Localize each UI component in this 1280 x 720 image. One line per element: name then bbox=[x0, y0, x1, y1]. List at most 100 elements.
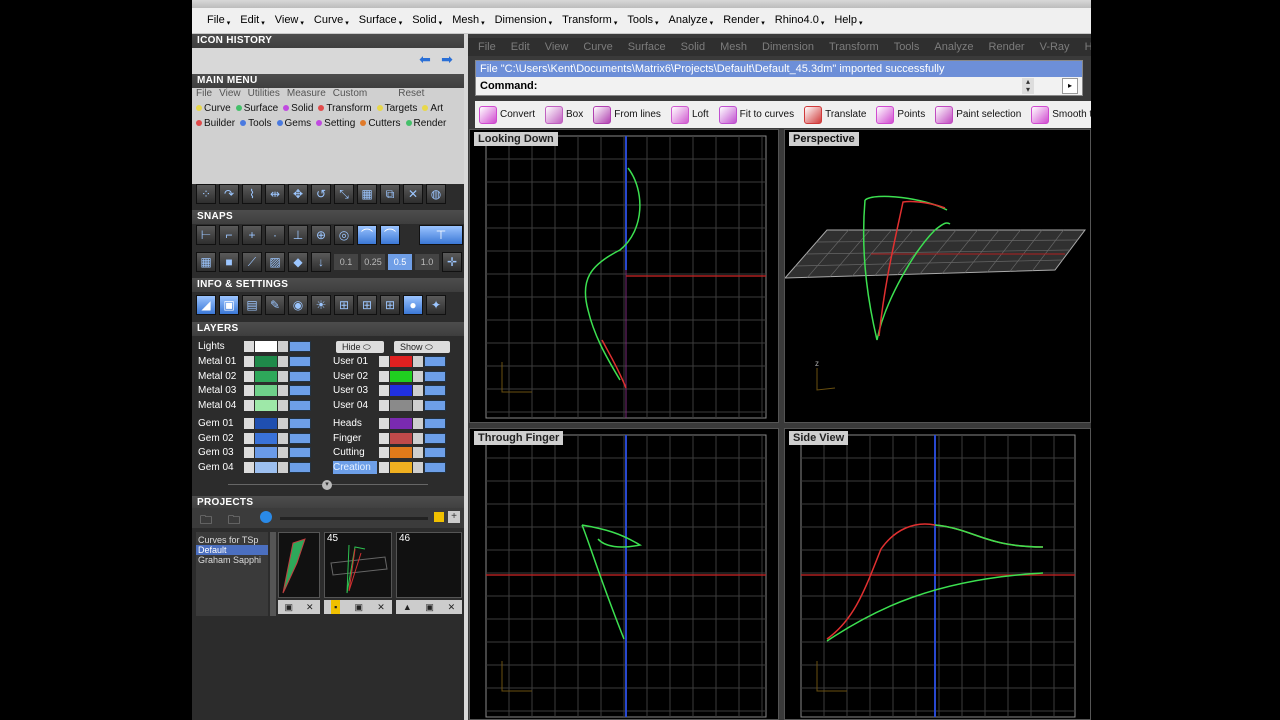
layer-row[interactable]: User 01 bbox=[333, 355, 461, 368]
layer-visibility-toggle[interactable] bbox=[289, 418, 311, 429]
layer-row[interactable]: Metal 02 bbox=[198, 370, 326, 383]
rhino-menu-vray[interactable]: V-Ray bbox=[1040, 41, 1070, 53]
viewport-looking-down[interactable]: Looking Down bbox=[469, 129, 779, 423]
command-prompt[interactable]: Command: bbox=[476, 78, 1082, 95]
crosshair-icon[interactable]: ✛ bbox=[442, 252, 462, 272]
layer-expand-icon[interactable] bbox=[379, 399, 389, 411]
view-box-icon[interactable]: ⊞ bbox=[334, 295, 354, 315]
snap-value-4[interactable]: 1.0 bbox=[415, 254, 439, 270]
project-item[interactable]: Curves for TSp bbox=[196, 532, 268, 545]
delete-icon[interactable]: ✕ bbox=[403, 184, 423, 204]
layer-expand-icon[interactable] bbox=[379, 370, 389, 382]
projects-slider[interactable] bbox=[280, 517, 428, 520]
menu-rhino40[interactable]: Rhino4.0 bbox=[770, 14, 830, 27]
layer-visibility-toggle[interactable] bbox=[424, 356, 446, 367]
main-menu-category[interactable]: Targets bbox=[376, 103, 417, 114]
layer-expand-icon[interactable] bbox=[379, 461, 389, 473]
box-info-icon[interactable]: ▣ bbox=[219, 295, 239, 315]
layer-expand-icon[interactable] bbox=[244, 418, 254, 429]
main-menu-item[interactable]: View bbox=[219, 88, 241, 99]
menu-solid[interactable]: Solid bbox=[407, 14, 447, 27]
layer-visibility-toggle[interactable] bbox=[424, 432, 446, 444]
layer-expand-icon[interactable] bbox=[379, 418, 389, 429]
menu-edit[interactable]: Edit bbox=[235, 14, 269, 27]
layer-color-swatch[interactable] bbox=[255, 385, 277, 396]
snap-int-icon[interactable]: ⌒ bbox=[380, 225, 400, 245]
notes-icon[interactable]: ✎ bbox=[265, 295, 285, 315]
layer-lock-icon[interactable] bbox=[278, 341, 288, 352]
layer-row[interactable]: Gem 02 bbox=[198, 432, 326, 445]
cursor-icon[interactable]: ↓ bbox=[311, 252, 331, 272]
layer-lock-icon[interactable] bbox=[278, 447, 288, 458]
layer-row[interactable]: Gem 03 bbox=[198, 446, 326, 459]
main-menu-category[interactable]: Render bbox=[405, 118, 446, 129]
layer-visibility-toggle[interactable] bbox=[289, 432, 311, 444]
close-icon[interactable]: ✕ bbox=[377, 600, 385, 614]
main-menu-category[interactable]: Gems bbox=[276, 118, 311, 129]
layer-color-swatch[interactable] bbox=[390, 461, 412, 473]
main-menu-category[interactable]: Art bbox=[422, 103, 443, 114]
smooth-to-button[interactable]: Smooth to bbox=[1031, 105, 1091, 124]
flow-icon[interactable]: ⧉ bbox=[380, 184, 400, 204]
mirror-icon[interactable]: ⇹ bbox=[265, 184, 285, 204]
layer-expand-icon[interactable] bbox=[379, 385, 389, 396]
layer-row[interactable]: Cutting bbox=[333, 446, 461, 459]
rhino-menu-solid[interactable]: Solid bbox=[681, 41, 705, 53]
points-button[interactable]: Points bbox=[876, 105, 925, 124]
add-folder-icon[interactable]: 🗀 bbox=[200, 511, 222, 527]
layer-color-swatch[interactable] bbox=[390, 370, 412, 382]
layer-expand-icon[interactable] bbox=[244, 432, 254, 444]
translate-button[interactable]: Translate bbox=[804, 105, 866, 124]
layer-color-swatch[interactable] bbox=[255, 356, 277, 367]
menu-help[interactable]: Help bbox=[829, 14, 867, 27]
layer-row[interactable]: Gem 04 bbox=[198, 461, 326, 474]
layer-color-swatch[interactable] bbox=[390, 418, 412, 429]
layer-row[interactable]: Gem 01 bbox=[198, 417, 326, 430]
projects-list-scrollbar[interactable] bbox=[270, 532, 276, 616]
project-item[interactable]: Graham Sapphi bbox=[196, 555, 268, 565]
menu-file[interactable]: File bbox=[202, 14, 235, 27]
main-menu-category[interactable]: Builder bbox=[196, 118, 235, 129]
main-menu-item[interactable]: Measure bbox=[287, 88, 326, 99]
layer-color-swatch[interactable] bbox=[255, 399, 277, 411]
snap-point-icon[interactable]: + bbox=[242, 225, 262, 245]
project-item-selected[interactable]: Default bbox=[196, 545, 268, 555]
project-thumbnail-2[interactable]: 45 bbox=[324, 532, 392, 598]
sphere-icon[interactable]: ● bbox=[403, 295, 423, 315]
layer-lock-icon[interactable] bbox=[278, 418, 288, 429]
menu-transform[interactable]: Transform bbox=[557, 14, 622, 27]
history-back-icon[interactable]: ⬅ bbox=[416, 52, 434, 66]
layer-expand-icon[interactable] bbox=[244, 447, 254, 458]
layer-lock-icon[interactable] bbox=[278, 432, 288, 444]
star-icon[interactable]: ▪ bbox=[331, 600, 341, 614]
expand-panel-icon[interactable]: ▾ bbox=[322, 480, 332, 490]
layer-lock-icon[interactable] bbox=[413, 399, 423, 411]
layer-visibility-toggle[interactable] bbox=[289, 399, 311, 411]
layer-row[interactable]: Metal 03 bbox=[198, 384, 326, 397]
rhino-menu-analyze[interactable]: Analyze bbox=[934, 41, 973, 53]
show-button[interactable]: Show ⬭ bbox=[394, 341, 450, 353]
main-menu-item[interactable]: Custom bbox=[333, 88, 367, 99]
main-menu-item[interactable]: File bbox=[196, 88, 212, 99]
main-menu-item[interactable]: Utilities bbox=[248, 88, 280, 99]
rhino-menu-file[interactable]: File bbox=[478, 41, 496, 53]
layer-visibility-toggle[interactable] bbox=[424, 370, 446, 382]
main-menu-category[interactable]: Tools bbox=[240, 118, 272, 129]
planar-icon[interactable]: ▨ bbox=[265, 252, 285, 272]
layer-row[interactable]: User 02 bbox=[333, 370, 461, 383]
save-icon[interactable]: ▣ bbox=[284, 600, 293, 614]
rotate-icon[interactable]: ↺ bbox=[311, 184, 331, 204]
layer-row[interactable]: Metal 01 bbox=[198, 355, 326, 368]
close-icon[interactable]: ✕ bbox=[306, 600, 314, 614]
menu-mesh[interactable]: Mesh bbox=[447, 14, 489, 27]
layer-visibility-toggle[interactable] bbox=[424, 399, 446, 411]
rhino-menu-surface[interactable]: Surface bbox=[628, 41, 666, 53]
layer-row[interactable]: User 03 bbox=[333, 384, 461, 397]
box-button[interactable]: Box bbox=[545, 105, 583, 124]
history-forward-icon[interactable]: ➡ bbox=[438, 52, 456, 66]
save-icon[interactable]: ▣ bbox=[425, 600, 434, 614]
layer-visibility-toggle[interactable] bbox=[424, 447, 446, 458]
close-icon[interactable]: ✕ bbox=[448, 600, 456, 614]
snap-toggle-icon[interactable]: ⊤ bbox=[419, 225, 463, 245]
viewport-through-finger[interactable]: Through Finger bbox=[469, 428, 779, 720]
